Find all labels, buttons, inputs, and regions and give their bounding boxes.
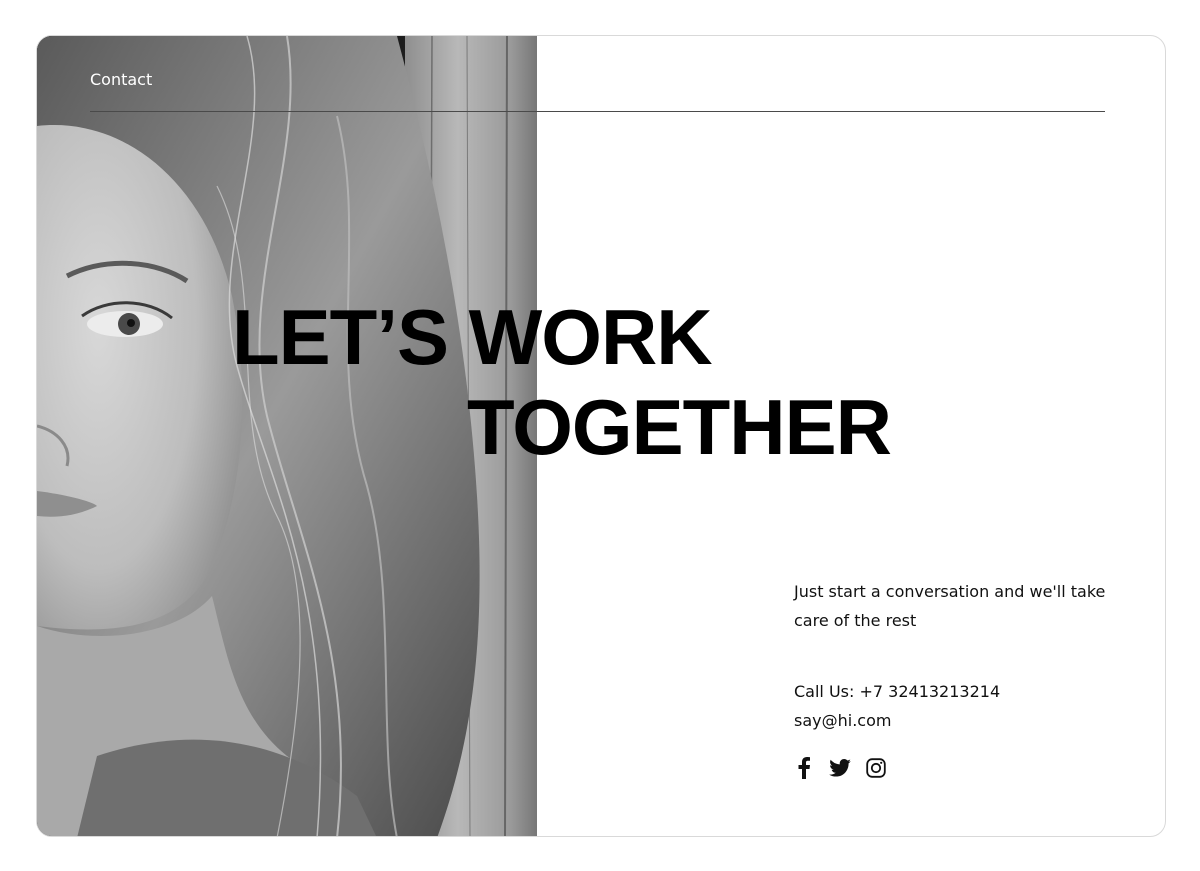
twitter-icon[interactable] (828, 756, 852, 780)
social-links (792, 756, 888, 780)
header-divider (90, 111, 1105, 112)
contact-details: Call Us: +7 32413213214 say@hi.com (794, 677, 1000, 735)
contact-card: Contact LET’S WORK TOGETHER Just start a… (36, 35, 1166, 837)
portrait-illustration (37, 36, 537, 836)
portrait-photo (37, 36, 537, 836)
info-block: Just start a conversation and we'll take… (794, 577, 1114, 635)
instagram-icon[interactable] (864, 756, 888, 780)
tagline-text: Just start a conversation and we'll take… (794, 582, 1106, 630)
nav-contact-link[interactable]: Contact (90, 70, 152, 89)
phone-text[interactable]: Call Us: +7 32413213214 (794, 677, 1000, 706)
facebook-icon[interactable] (792, 756, 816, 780)
email-link[interactable]: say@hi.com (794, 706, 1000, 735)
